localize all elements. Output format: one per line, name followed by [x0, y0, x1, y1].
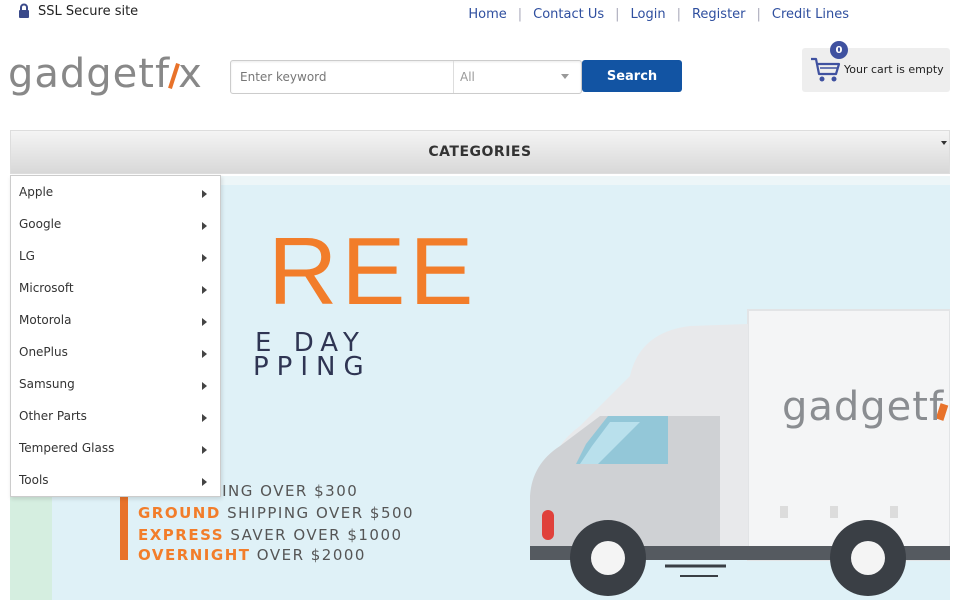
- category-label: Samsung: [19, 377, 75, 391]
- category-item-oneplus[interactable]: OnePlus: [11, 336, 220, 368]
- submenu-arrow-icon: [202, 254, 207, 262]
- category-item-other-parts[interactable]: Other Parts: [11, 400, 220, 432]
- categories-menu: Apple Google LG Microsoft Motorola OnePl…: [10, 175, 221, 497]
- category-select[interactable]: All: [453, 61, 579, 93]
- delivery-truck-illustration: [530, 309, 950, 596]
- top-bar: SSL Secure site Home | Contact Us | Logi…: [0, 0, 960, 30]
- search-input[interactable]: [231, 63, 454, 91]
- category-item-motorola[interactable]: Motorola: [11, 304, 220, 336]
- login-link[interactable]: Login: [620, 7, 677, 22]
- shipping-tier-text: OVER $2000: [256, 546, 366, 564]
- register-link[interactable]: Register: [681, 7, 757, 22]
- category-label: Microsoft: [19, 281, 74, 295]
- shipping-tier-text: SHIPPING OVER $500: [227, 504, 415, 522]
- category-label: Tools: [19, 473, 49, 487]
- logo-text-end: x: [178, 51, 203, 97]
- submenu-arrow-icon: [202, 414, 207, 422]
- submenu-arrow-icon: [202, 222, 207, 230]
- truck-logo-text: gadgetf: [782, 384, 945, 430]
- submenu-arrow-icon: [202, 478, 207, 486]
- category-label: Motorola: [19, 313, 72, 327]
- category-label: Google: [19, 217, 62, 231]
- category-item-tempered-glass[interactable]: Tempered Glass: [11, 432, 220, 464]
- shipping-tier-text: SAVER OVER $1000: [230, 526, 403, 544]
- category-item-tools[interactable]: Tools: [11, 464, 220, 496]
- category-item-google[interactable]: Google: [11, 208, 220, 240]
- cart-count-badge: 0: [830, 41, 848, 59]
- shipping-tier-overnight: OVERNIGHT OVER $2000: [138, 546, 366, 564]
- cart-status-text: Your cart is empty: [844, 63, 944, 76]
- category-item-microsoft[interactable]: Microsoft: [11, 272, 220, 304]
- shopping-cart-icon: [811, 57, 841, 82]
- banner-subline-shipping: PPING: [253, 352, 372, 382]
- submenu-arrow-icon: [202, 350, 207, 358]
- search-button[interactable]: Search: [582, 60, 682, 92]
- category-label: OnePlus: [19, 345, 68, 359]
- banner-headline: REE: [268, 218, 478, 325]
- top-links: Home | Contact Us | Login | Register | C…: [457, 7, 860, 22]
- category-item-samsung[interactable]: Samsung: [11, 368, 220, 400]
- cart-widget[interactable]: 0 Your cart is empty: [802, 41, 950, 92]
- submenu-arrow-icon: [202, 190, 207, 198]
- submenu-arrow-icon: [202, 286, 207, 294]
- banner-accent-bar: [120, 494, 128, 560]
- shipping-tier-kind: OVERNIGHT: [138, 546, 251, 564]
- category-item-apple[interactable]: Apple: [11, 176, 220, 208]
- submenu-arrow-icon: [202, 318, 207, 326]
- search-box: All: [230, 60, 582, 94]
- shipping-tier-express: EXPRESS SAVER OVER $1000: [138, 526, 403, 544]
- ssl-text: SSL Secure site: [38, 3, 139, 19]
- categories-bar[interactable]: CATEGORIES: [10, 130, 950, 174]
- site-logo[interactable]: gadgetf x: [8, 50, 203, 98]
- categories-title: CATEGORIES: [428, 144, 532, 160]
- ssl-indicator: SSL Secure site: [18, 3, 138, 19]
- contact-us-link[interactable]: Contact Us: [522, 7, 615, 22]
- home-link[interactable]: Home: [457, 7, 517, 22]
- category-select-value: All: [460, 70, 475, 84]
- shipping-tier-ground: GROUND SHIPPING OVER $500: [138, 504, 414, 522]
- shipping-tier-kind: GROUND: [138, 504, 221, 522]
- logo-text: gadgetf: [8, 51, 171, 97]
- category-item-lg[interactable]: LG: [11, 240, 220, 272]
- category-label: LG: [19, 249, 35, 263]
- lock-icon: [19, 3, 29, 18]
- chevron-down-icon: [561, 74, 569, 79]
- submenu-arrow-icon: [202, 446, 207, 454]
- shipping-tier-kind: EXPRESS: [138, 526, 225, 544]
- submenu-arrow-icon: [202, 382, 207, 390]
- dropdown-caret-icon: [941, 141, 947, 145]
- category-label: Tempered Glass: [19, 441, 115, 455]
- credit-lines-link[interactable]: Credit Lines: [761, 7, 860, 22]
- category-label: Apple: [19, 185, 54, 199]
- category-label: Other Parts: [19, 409, 87, 423]
